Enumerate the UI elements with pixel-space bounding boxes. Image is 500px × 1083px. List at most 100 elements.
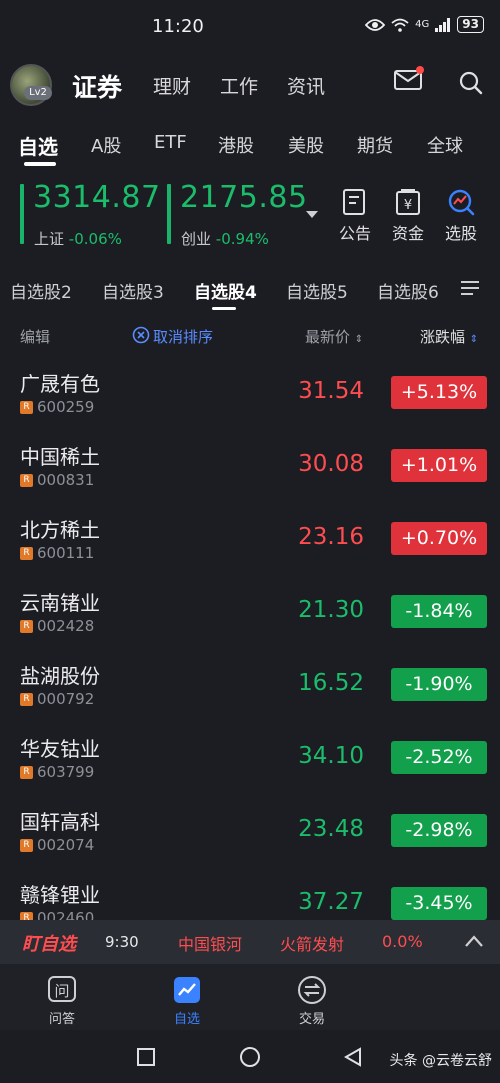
stock-code: R 600259	[20, 398, 94, 416]
stock-change[interactable]: -1.84%	[391, 595, 487, 628]
stock-row[interactable]: 华友钴业 R 603799 34.10 -2.52%	[0, 721, 500, 794]
index-cy-value[interactable]: 2175.85	[180, 180, 308, 215]
price-column-label: 最新价	[305, 328, 351, 346]
margin-badge-icon: R	[20, 546, 33, 560]
stock-name: 赣锋锂业	[20, 883, 100, 907]
stock-code-value: 600259	[37, 398, 95, 416]
tab-hk[interactable]: 港股	[218, 132, 254, 158]
index-sh-name: 上证	[34, 230, 65, 248]
index-bar	[167, 184, 171, 244]
stock-change[interactable]: +0.70%	[391, 522, 487, 555]
index-sh-change: -0.06%	[68, 230, 122, 248]
tab-a-shares[interactable]: A股	[91, 132, 121, 158]
group-tab-4[interactable]: 自选股4	[194, 278, 257, 303]
stock-row[interactable]: 国轩高科 R 002074 23.48 -2.98%	[0, 794, 500, 867]
price-column-header[interactable]: 最新价 ⇕	[305, 326, 363, 347]
tab-global[interactable]: 全球	[427, 132, 463, 158]
recent-apps-icon[interactable]	[136, 1047, 156, 1067]
announcement-button[interactable]: 公告	[330, 188, 380, 244]
group-tab-2[interactable]: 自选股2	[10, 278, 72, 303]
change-column-header[interactable]: 涨跌幅 ⇕	[420, 326, 478, 347]
status-bar: 11:20 4G 93	[0, 0, 500, 56]
stock-code-value: 002074	[37, 836, 95, 854]
index-cy-name: 创业	[181, 230, 212, 248]
search-icon[interactable]	[458, 70, 484, 96]
stock-name: 云南锗业	[20, 591, 100, 615]
stock-change[interactable]: -1.90%	[391, 668, 487, 701]
funds-button[interactable]: ¥ 资金	[383, 188, 433, 244]
ticker-time: 9:30	[105, 933, 139, 951]
qa-icon: 问	[48, 976, 76, 1002]
eye-icon	[365, 18, 386, 31]
margin-badge-icon: R	[20, 838, 33, 852]
bottom-nav-qa[interactable]: 问 问答	[27, 974, 97, 1027]
edit-button[interactable]: 编辑	[20, 326, 50, 347]
stock-picker-button[interactable]: 选股	[436, 188, 486, 244]
stock-name: 中国稀土	[20, 445, 100, 469]
stock-row[interactable]: 北方稀土 R 600111 23.16 +0.70%	[0, 502, 500, 575]
index-sh-value[interactable]: 3314.87	[33, 180, 161, 215]
stock-change[interactable]: -2.98%	[391, 814, 487, 847]
status-icons: 4G 93	[365, 16, 484, 33]
index-strip: 3314.87 上证 -0.06% 2175.85 创业 -0.94% 公告 ¥…	[0, 168, 500, 258]
margin-badge-icon: R	[20, 473, 33, 487]
active-group-indicator	[212, 307, 236, 310]
stock-change[interactable]: +1.01%	[391, 449, 487, 482]
system-nav-bar: 头条 @云卷云舒	[0, 1030, 500, 1083]
stock-change[interactable]: +5.13%	[391, 376, 487, 409]
chevron-up-icon[interactable]	[464, 934, 484, 948]
group-tab-5[interactable]: 自选股5	[286, 278, 348, 303]
index-bar	[20, 184, 24, 244]
stock-code: R 603799	[20, 763, 94, 781]
home-icon[interactable]	[239, 1046, 261, 1068]
tab-us[interactable]: 美股	[288, 132, 324, 158]
close-circle-icon[interactable]	[132, 326, 150, 344]
group-tab-3[interactable]: 自选股3	[102, 278, 164, 303]
back-icon[interactable]	[343, 1047, 363, 1067]
stock-change[interactable]: -2.52%	[391, 741, 487, 774]
nav-securities[interactable]: 证券	[72, 68, 122, 104]
stock-picker-label: 选股	[444, 224, 477, 243]
bottom-nav-watchlist[interactable]: 自选	[152, 974, 222, 1027]
menu-icon[interactable]	[460, 280, 480, 296]
trade-icon	[298, 976, 326, 1004]
stock-picker-icon	[448, 189, 475, 216]
nav-wealth[interactable]: 理财	[153, 72, 191, 99]
stock-code: R 002428	[20, 617, 94, 635]
stock-row[interactable]: 中国稀土 R 000831 30.08 +1.01%	[0, 429, 500, 502]
market-tabs: 自选 A股 ETF 港股 美股 期货 全球	[0, 112, 500, 168]
network-label: 4G	[415, 19, 430, 30]
stock-name: 北方稀土	[20, 518, 100, 542]
tab-etf[interactable]: ETF	[154, 132, 187, 153]
bottom-nav-qa-label: 问答	[48, 1012, 75, 1027]
stock-code-value: 000831	[37, 471, 95, 489]
ticker-stock: 中国银河	[178, 935, 243, 954]
cancel-sort-button[interactable]: 取消排序	[153, 326, 213, 347]
stock-row[interactable]: 盐湖股份 R 000792 16.52 -1.90%	[0, 648, 500, 721]
stock-price: 31.54	[298, 378, 364, 404]
stock-name: 广晟有色	[20, 372, 100, 396]
margin-badge-icon: R	[20, 765, 33, 779]
stock-row[interactable]: 广晟有色 R 600259 31.54 +5.13%	[0, 356, 500, 429]
stock-price: 23.16	[298, 524, 364, 550]
active-tab-indicator	[24, 162, 56, 166]
signal-icon	[435, 17, 451, 32]
alert-ticker[interactable]: 盯自选 9:30 中国银河 火箭发射 0.0%	[0, 920, 500, 964]
wifi-icon	[391, 18, 409, 32]
margin-badge-icon: R	[20, 692, 33, 706]
top-bar: 证券 理财 工作 资讯	[0, 56, 500, 112]
index-sh-label: 上证 -0.06%	[34, 228, 122, 249]
funds-label: 资金	[391, 224, 424, 243]
stock-change[interactable]: -3.45%	[391, 887, 487, 920]
nav-work[interactable]: 工作	[220, 72, 258, 99]
tab-futures[interactable]: 期货	[357, 132, 393, 158]
watch-group-tabs: 自选股2 自选股3 自选股4 自选股5 自选股6	[0, 258, 500, 314]
bottom-nav: 问 问答 自选 交易	[0, 964, 500, 1030]
group-tab-6[interactable]: 自选股6	[377, 278, 439, 303]
bottom-nav-trade[interactable]: 交易	[277, 974, 347, 1027]
index-cy-label: 创业 -0.94%	[181, 228, 269, 249]
chevron-down-icon[interactable]	[306, 211, 318, 218]
stock-row[interactable]: 云南锗业 R 002428 21.30 -1.84%	[0, 575, 500, 648]
nav-news[interactable]: 资讯	[287, 72, 325, 99]
tab-watchlist[interactable]: 自选	[18, 131, 58, 160]
